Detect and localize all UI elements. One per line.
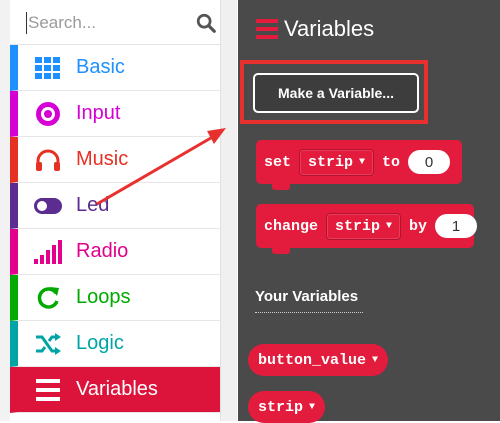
category-radio[interactable]: Radio (10, 229, 220, 275)
block-keyword: set (264, 153, 292, 171)
category-label: Loops (76, 286, 131, 308)
block-notch (272, 184, 290, 190)
dropdown-arrow-icon: ▼ (309, 401, 316, 413)
variables-flyout: Variables Make a Variable... set strip ▼ … (238, 0, 500, 423)
dropdown-arrow-icon: ▼ (386, 220, 393, 232)
dropdown-arrow-icon: ▼ (359, 156, 366, 168)
category-label: Input (76, 102, 121, 124)
change-variable-block[interactable]: change strip ▼ by 1 (256, 204, 478, 254)
search-input[interactable] (28, 11, 178, 35)
toggle-icon (34, 192, 62, 220)
block-keyword: to (382, 153, 401, 171)
number-input[interactable]: 1 (435, 214, 478, 238)
signal-bars-icon (34, 238, 62, 266)
category-logic[interactable]: Logic (10, 321, 220, 367)
toolbox: Basic Input Music Led Ra (0, 0, 237, 421)
set-variable-block[interactable]: set strip ▼ to 0 (256, 140, 462, 190)
grid-icon (34, 54, 62, 82)
category-led[interactable]: Led (10, 183, 220, 229)
toolbox-edge (0, 0, 10, 421)
category-input[interactable]: Input (10, 91, 220, 137)
dropdown-value: strip (335, 217, 381, 235)
category-basic[interactable]: Basic (10, 45, 220, 91)
block-keyword: by (409, 217, 428, 235)
category-loops[interactable]: Loops (10, 275, 220, 321)
shuffle-icon (34, 330, 62, 358)
your-variables-heading: Your Variables (255, 288, 359, 305)
dropdown-value: strip (308, 153, 354, 171)
search-icon[interactable] (195, 12, 217, 34)
dropdown-arrow-icon: ▼ (372, 354, 379, 366)
variable-dropdown[interactable]: strip ▼ (326, 212, 402, 240)
headphones-icon (34, 146, 62, 174)
variable-name: strip (258, 398, 304, 416)
text-caret (26, 12, 27, 34)
category-label: Music (76, 148, 129, 170)
category-label: Led (76, 194, 110, 216)
block-notch (272, 248, 290, 254)
category-list: Basic Input Music Led Radio Loops Logic … (10, 45, 220, 413)
radio-button-icon (34, 100, 62, 128)
flyout-header: Variables (256, 14, 374, 44)
block-keyword: change (264, 217, 319, 235)
category-label: Radio (76, 240, 129, 262)
number-input[interactable]: 0 (408, 150, 451, 174)
list-icon (256, 19, 278, 39)
make-variable-button[interactable]: Make a Variable... (253, 73, 419, 113)
variable-reporter[interactable]: button_value ▼ (248, 344, 389, 376)
flyout-title: Variables (284, 16, 375, 41)
variable-name: button_value (258, 351, 367, 369)
category-label: Logic (76, 332, 124, 354)
refresh-icon (34, 284, 62, 312)
search-bar (10, 0, 220, 45)
toolbox-scrollbar[interactable] (220, 0, 237, 421)
list-icon (34, 376, 62, 404)
divider (255, 312, 363, 313)
category-music[interactable]: Music (10, 137, 220, 183)
variable-dropdown[interactable]: strip ▼ (299, 148, 375, 176)
category-variables[interactable]: Variables (10, 367, 220, 413)
variable-reporter[interactable]: strip ▼ (248, 391, 326, 423)
category-label: Variables (76, 378, 158, 400)
category-label: Basic (76, 56, 125, 78)
